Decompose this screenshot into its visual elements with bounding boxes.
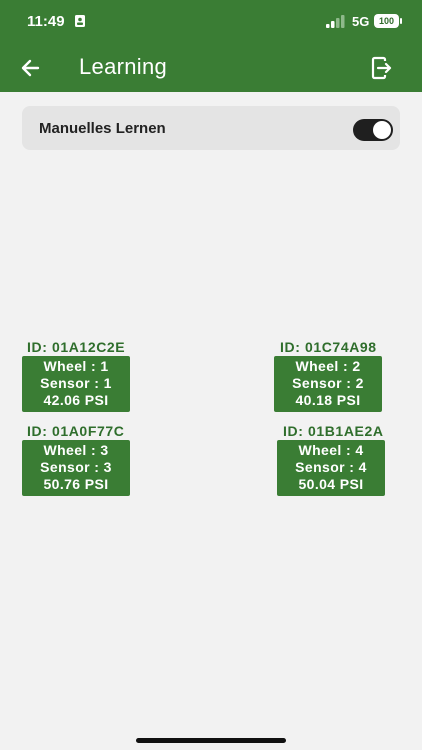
- manual-learning-toggle[interactable]: [353, 119, 393, 141]
- sensor-info-box: Wheel : 1 Sensor : 1 42.06 PSI: [22, 356, 130, 412]
- sensor-info-box: Wheel : 3 Sensor : 3 50.76 PSI: [22, 440, 130, 496]
- status-bar: 11:49 5G 100: [0, 0, 422, 44]
- app-bar: Learning: [0, 44, 422, 92]
- logout-button[interactable]: [366, 53, 396, 83]
- battery-icon: 100: [374, 14, 399, 28]
- sensor-card-3: ID: 01A0F77C Wheel : 3 Sensor : 3 50.76 …: [22, 423, 130, 496]
- wheel-label: Wheel : 4: [298, 442, 364, 458]
- wheel-label: Wheel : 1: [43, 358, 109, 374]
- exit-icon: [371, 56, 392, 80]
- sensor-id: ID: 01C74A98: [280, 339, 377, 355]
- sensor-label: Sensor : 1: [40, 375, 112, 391]
- sensor-label: Sensor : 2: [292, 375, 364, 391]
- pressure-value: 40.18 PSI: [295, 392, 361, 408]
- sensor-card-1: ID: 01A12C2E Wheel : 1 Sensor : 1 42.06 …: [22, 339, 130, 412]
- manual-learning-card: Manuelles Lernen: [22, 106, 400, 150]
- signal-icon: [326, 15, 345, 28]
- sensor-info-box: Wheel : 4 Sensor : 4 50.04 PSI: [277, 440, 385, 496]
- home-indicator[interactable]: [136, 738, 286, 743]
- sensor-info-box: Wheel : 2 Sensor : 2 40.18 PSI: [274, 356, 382, 412]
- sensor-card-2: ID: 01C74A98 Wheel : 2 Sensor : 2 40.18 …: [274, 339, 382, 412]
- battery-tip: [400, 18, 402, 24]
- status-time: 11:49: [27, 13, 65, 30]
- sensor-id: ID: 01A0F77C: [27, 423, 125, 439]
- sim-card-icon: [75, 15, 85, 27]
- pressure-value: 50.76 PSI: [43, 476, 109, 492]
- sensor-label: Sensor : 3: [40, 459, 112, 475]
- page-title: Learning: [79, 54, 168, 79]
- network-type: 5G: [352, 14, 370, 29]
- manual-learning-label: Manuelles Lernen: [39, 120, 166, 137]
- back-button[interactable]: [16, 54, 46, 82]
- sensor-card-4: ID: 01B1AE2A Wheel : 4 Sensor : 4 50.04 …: [277, 423, 385, 496]
- pressure-value: 50.04 PSI: [298, 476, 364, 492]
- sensor-id: ID: 01B1AE2A: [283, 423, 384, 439]
- sensor-label: Sensor : 4: [295, 459, 367, 475]
- pressure-value: 42.06 PSI: [43, 392, 109, 408]
- wheel-label: Wheel : 3: [43, 442, 109, 458]
- sensor-id: ID: 01A12C2E: [27, 339, 126, 355]
- toggle-knob: [373, 121, 391, 139]
- wheel-label: Wheel : 2: [295, 358, 361, 374]
- arrow-left-icon: [21, 59, 40, 77]
